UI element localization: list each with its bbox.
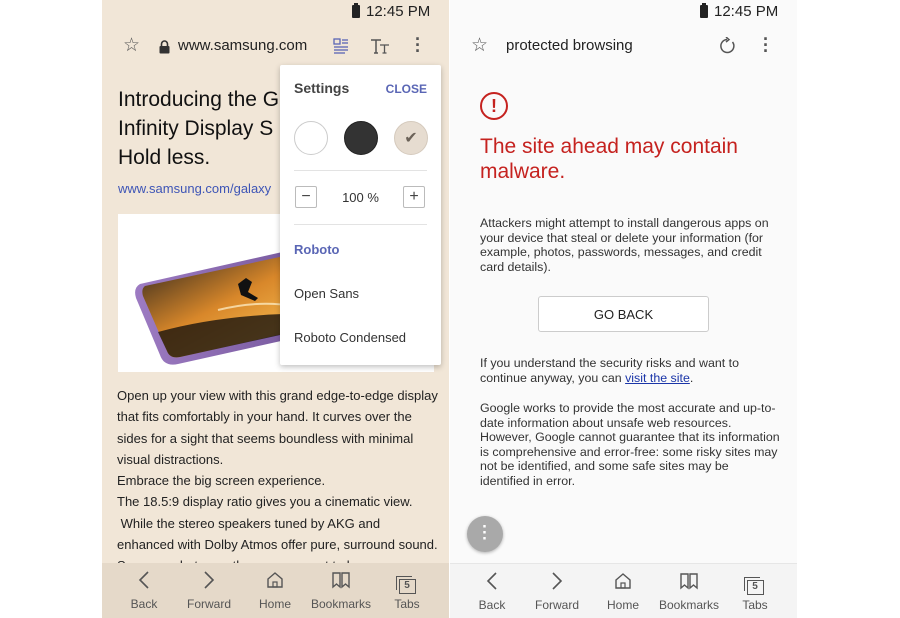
nav-label: Bookmarks — [310, 597, 372, 611]
status-clock: 12:45 PM — [366, 3, 431, 20]
bookmark-star-icon[interactable]: ☆ — [471, 36, 488, 55]
settings-title: Settings — [294, 80, 350, 96]
nav-back-button[interactable]: Back — [112, 563, 176, 618]
forward-icon — [525, 572, 589, 594]
nav-home-button[interactable]: Home — [243, 563, 307, 618]
home-icon — [591, 572, 655, 594]
url-bar: ☆ www.samsung.com · · · — [102, 24, 449, 68]
settings-close-button[interactable]: CLOSE — [386, 82, 427, 96]
more-options-icon[interactable]: · · · — [763, 30, 769, 60]
nav-tabs-button[interactable]: 5 Tabs — [375, 563, 439, 618]
text-size-icon[interactable] — [370, 37, 390, 59]
nav-label: Forward — [186, 597, 231, 611]
article-paragraph: Embrace the big screen experience. — [117, 473, 326, 489]
url-text[interactable]: www.samsung.com — [178, 37, 307, 54]
home-icon — [243, 571, 307, 593]
divider — [294, 224, 427, 225]
floating-menu-button[interactable]: · · · — [467, 516, 503, 552]
bookmark-star-icon[interactable]: ☆ — [123, 36, 140, 55]
tabs-count: 5 — [395, 576, 416, 594]
font-option-roboto-condensed[interactable]: Roboto Condensed — [294, 330, 406, 345]
nav-tabs-button[interactable]: 5 Tabs — [723, 564, 787, 618]
article-body: Open up your view with this grand edge-t… — [117, 385, 439, 577]
bookmarks-icon — [657, 572, 721, 594]
tabs-count: 5 — [743, 577, 764, 595]
visit-site-link[interactable]: visit the site — [625, 371, 690, 385]
google-disclaimer: Google works to provide the most accurat… — [480, 401, 780, 488]
more-options-icon: · · · — [482, 517, 488, 548]
protected-browsing-screen: 12:45 PM ☆ protected browsing · · · ! The … — [450, 0, 797, 618]
reader-mode-icon[interactable] — [333, 38, 349, 58]
warning-headline: The site ahead may contain malware. — [480, 135, 738, 183]
zoom-in-button[interactable]: + — [403, 186, 425, 208]
nav-home-button[interactable]: Home — [591, 564, 655, 618]
nav-forward-button[interactable]: Forward — [177, 563, 241, 618]
article-paragraph: Open up your view with this grand edge-t… — [117, 388, 438, 467]
status-bar: 12:45 PM — [450, 0, 797, 24]
nav-label: Forward — [534, 598, 579, 612]
risk-notice-text: If you understand the security risks and… — [480, 356, 739, 385]
font-option-roboto[interactable]: Roboto — [294, 242, 339, 257]
nav-label: Tabs — [742, 598, 768, 612]
reader-settings-panel: Settings CLOSE ✔ − 100 % + Roboto Open S… — [280, 65, 441, 365]
bottom-nav: Back Forward Home Bookmarks 5 Tabs — [102, 563, 449, 618]
check-icon: ✔ — [404, 130, 418, 147]
reload-icon[interactable] — [718, 36, 736, 59]
tabs-icon: 5 — [375, 571, 439, 594]
status-bar: 12:45 PM — [102, 0, 449, 24]
lock-icon — [159, 40, 170, 58]
nav-label: Bookmarks — [658, 598, 720, 612]
url-bar: ☆ protected browsing · · · — [450, 24, 797, 68]
risk-notice: If you understand the security risks and… — [480, 356, 780, 385]
nav-back-button[interactable]: Back — [460, 564, 524, 618]
nav-label: Home — [606, 598, 639, 612]
back-icon — [112, 571, 176, 593]
battery-icon — [352, 3, 360, 18]
bookmarks-icon — [309, 571, 373, 593]
divider — [294, 170, 427, 171]
nav-bookmarks-button[interactable]: Bookmarks — [309, 563, 373, 618]
nav-label: Tabs — [394, 597, 420, 611]
risk-notice-end: . — [689, 370, 694, 385]
nav-label: Home — [258, 597, 291, 611]
warning-icon: ! — [480, 92, 508, 120]
tabs-icon: 5 — [723, 572, 787, 595]
font-option-open-sans[interactable]: Open Sans — [294, 286, 359, 301]
battery-icon — [700, 3, 708, 18]
bottom-nav: Back Forward Home Bookmarks 5 Tabs — [450, 563, 797, 618]
dark-theme-swatch[interactable] — [344, 121, 378, 155]
article-paragraph: The 18.5:9 display ratio gives you a cin… — [117, 494, 413, 510]
nav-bookmarks-button[interactable]: Bookmarks — [657, 564, 721, 618]
status-clock: 12:45 PM — [714, 3, 779, 20]
page-title[interactable]: protected browsing — [506, 37, 633, 54]
more-options-icon[interactable]: · · · — [415, 30, 421, 60]
back-icon — [460, 572, 524, 594]
reader-mode-screen: 12:45 PM ☆ www.samsung.com · · · Introduci… — [102, 0, 449, 618]
forward-icon — [177, 571, 241, 593]
article-link[interactable]: www.samsung.com/galaxy — [118, 181, 271, 196]
white-theme-swatch[interactable] — [294, 121, 328, 155]
warning-description: Attackers might attempt to install dange… — [480, 216, 769, 274]
go-back-button[interactable]: GO BACK — [538, 296, 709, 332]
nav-forward-button[interactable]: Forward — [525, 564, 589, 618]
beige-theme-swatch[interactable]: ✔ — [394, 121, 428, 155]
